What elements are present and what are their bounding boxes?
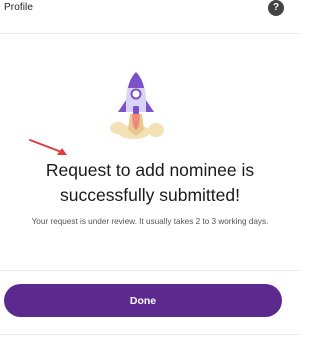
page-title: Profile [4,2,34,13]
success-title-line2: successfully submitted! [60,185,240,205]
help-icon[interactable]: ? [268,0,284,16]
success-title-line1: Request to add nominee is [45,160,255,180]
divider [0,33,300,34]
rocket-launch-icon [104,70,168,140]
success-title: Request to add nominee is successfully s… [0,158,300,208]
header: Profile ? [0,0,300,18]
success-subtitle: Your request is under review. It usually… [31,217,269,226]
done-button[interactable]: Done [4,284,282,317]
divider [0,334,300,335]
divider [0,270,300,271]
red-arrow-icon [28,138,70,158]
confirmation-screen: Profile ? Request to add nominee is succ… [0,0,300,343]
